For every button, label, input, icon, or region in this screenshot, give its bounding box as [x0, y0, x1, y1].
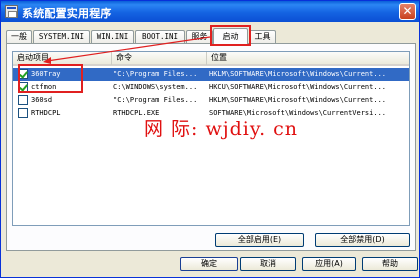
row-command: "C:\Program Files... — [113, 70, 198, 78]
disable-all-button[interactable]: 全部禁用(D) — [315, 233, 410, 247]
tab-system-ini[interactable]: SYSTEM.INI — [33, 30, 90, 44]
annotation-box-startup-tab — [210, 25, 251, 46]
enable-all-button[interactable]: 全部启用(E) — [215, 233, 304, 247]
apply-button[interactable]: 应用(A) — [302, 257, 356, 271]
tab-tools[interactable]: 工具 — [249, 30, 276, 44]
watermark-text: 网 际: wjdiy. cn — [144, 118, 299, 140]
row-name: 360sd — [31, 96, 53, 104]
row-checkbox[interactable] — [18, 95, 28, 105]
row-command: C:\WINDOWS\system... — [113, 83, 198, 91]
tab-general[interactable]: 一般 — [6, 30, 32, 44]
column-command[interactable]: 命令 — [112, 52, 207, 65]
annotation-box-enabled-items — [18, 64, 83, 93]
title-bar[interactable]: 系统配置实用程序 ✕ — [1, 1, 419, 22]
ok-button[interactable]: 确定 — [180, 257, 238, 271]
row-command: "C:\Program Files... — [113, 96, 198, 104]
app-icon — [5, 5, 18, 18]
tab-services[interactable]: 服务 — [186, 30, 213, 44]
cancel-button[interactable]: 取消 — [240, 257, 296, 271]
close-button[interactable]: ✕ — [399, 3, 416, 20]
row-location: HKLM\SOFTWARE\Microsoft\Windows\Current.… — [209, 70, 387, 78]
list-row[interactable]: 360sd "C:\Program Files... HKLM\SOFTWARE… — [13, 94, 409, 107]
row-location: HKLM\SOFTWARE\Microsoft\Windows\Current.… — [209, 96, 387, 104]
tab-win-ini[interactable]: WIN.INI — [91, 30, 134, 44]
row-name: RTHDCPL — [31, 109, 61, 117]
window-title: 系统配置实用程序 — [22, 7, 112, 20]
row-location: HKCU\SOFTWARE\Microsoft\Windows\Current.… — [209, 83, 387, 91]
system-config-window: 系统配置实用程序 ✕ 一般 SYSTEM.INI WIN.INI BOOT.IN… — [0, 0, 420, 278]
tab-boot-ini[interactable]: BOOT.INI — [135, 30, 185, 44]
help-button[interactable]: 帮助 — [362, 257, 418, 271]
row-checkbox[interactable] — [18, 108, 28, 118]
column-location[interactable]: 位置 — [207, 52, 409, 65]
